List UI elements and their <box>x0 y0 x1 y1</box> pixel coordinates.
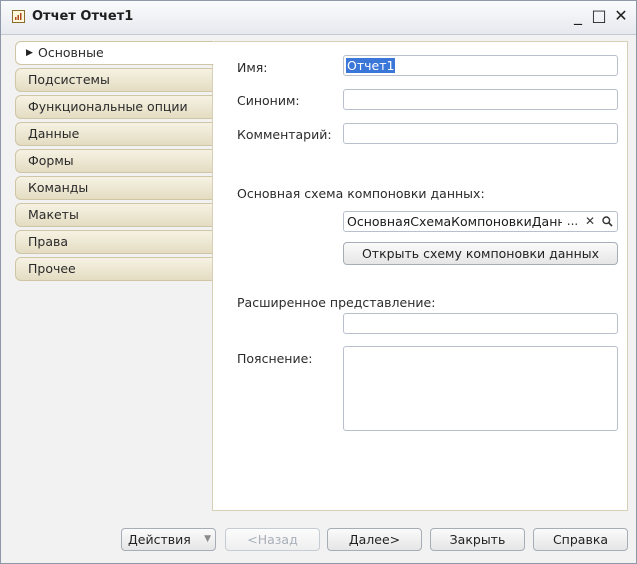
schema-label: Основная схема компоновки данных: <box>237 186 485 201</box>
active-tab-arrow-icon: ▶ <box>26 48 33 58</box>
tab-templates[interactable]: Макеты <box>15 203 213 227</box>
tab-forms[interactable]: Формы <box>15 149 213 173</box>
tab-label: Макеты <box>28 207 79 222</box>
comment-label: Комментарий: <box>237 127 332 142</box>
minimize-button[interactable]: _ <box>568 6 588 26</box>
explanation-textarea[interactable] <box>343 346 618 431</box>
open-schema-button[interactable]: Открыть схему компоновки данных <box>343 242 618 265</box>
tab-label: Функциональные опции <box>28 99 188 114</box>
section-tabs: ▶ Основные Подсистемы Функциональные опц… <box>15 41 214 284</box>
name-label: Имя: <box>237 60 268 75</box>
extended-representation-field[interactable] <box>343 313 618 334</box>
tab-rights[interactable]: Права <box>15 230 213 254</box>
tab-label: Формы <box>28 153 74 168</box>
report-editor-window: Отчет Отчет1 _ □ ✕ ▶ Основные Подсистемы… <box>0 0 637 564</box>
schema-combo-field[interactable]: ОсновнаяСхемаКомпоновкиДанных ... ✕ <box>343 211 618 232</box>
tab-label: Данные <box>28 126 80 141</box>
maximize-button[interactable]: □ <box>589 6 609 26</box>
tab-commands[interactable]: Команды <box>15 176 213 200</box>
tab-label: Прочее <box>28 261 76 276</box>
tab-label: Права <box>28 234 69 249</box>
comment-field[interactable] <box>343 123 618 144</box>
name-value: Отчет1 <box>346 58 396 73</box>
close-button[interactable]: Закрыть <box>430 528 525 551</box>
chevron-down-icon: ▼ <box>204 534 211 544</box>
synonym-field[interactable] <box>343 89 618 110</box>
report-icon <box>12 10 25 23</box>
title-bar[interactable]: Отчет Отчет1 _ □ ✕ <box>1 1 636 35</box>
close-window-button[interactable]: ✕ <box>611 6 631 26</box>
select-button[interactable]: ... <box>564 213 581 230</box>
actions-label: Действия <box>128 532 191 547</box>
open-icon[interactable] <box>599 213 615 230</box>
schema-value: ОсновнаяСхемаКомпоновкиДанных <box>347 214 562 229</box>
clear-icon[interactable]: ✕ <box>583 213 597 230</box>
extended-representation-label: Расширенное представление: <box>237 295 436 310</box>
tab-label: Основные <box>38 45 104 60</box>
synonym-label: Синоним: <box>237 93 300 108</box>
next-button[interactable]: Далее> <box>327 528 422 551</box>
window-title: Отчет Отчет1 <box>32 9 134 24</box>
tab-label: Подсистемы <box>28 72 110 87</box>
back-button[interactable]: <Назад <box>225 528 320 551</box>
main-properties-panel: Имя: Отчет1 Синоним: Комментарий: Основн… <box>212 41 628 511</box>
tab-main[interactable]: ▶ Основные <box>15 41 214 65</box>
actions-dropdown-button[interactable]: Действия ▼ <box>121 528 216 551</box>
name-field[interactable]: Отчет1 <box>343 55 618 76</box>
tab-subsystems[interactable]: Подсистемы <box>15 68 213 92</box>
tab-label: Команды <box>28 180 89 195</box>
tab-data[interactable]: Данные <box>15 122 213 146</box>
help-button[interactable]: Справка <box>533 528 628 551</box>
tab-functional-options[interactable]: Функциональные опции <box>15 95 213 119</box>
tab-other[interactable]: Прочее <box>15 257 213 281</box>
explanation-label: Пояснение: <box>237 351 313 366</box>
editor-content: ▶ Основные Подсистемы Функциональные опц… <box>15 41 628 511</box>
